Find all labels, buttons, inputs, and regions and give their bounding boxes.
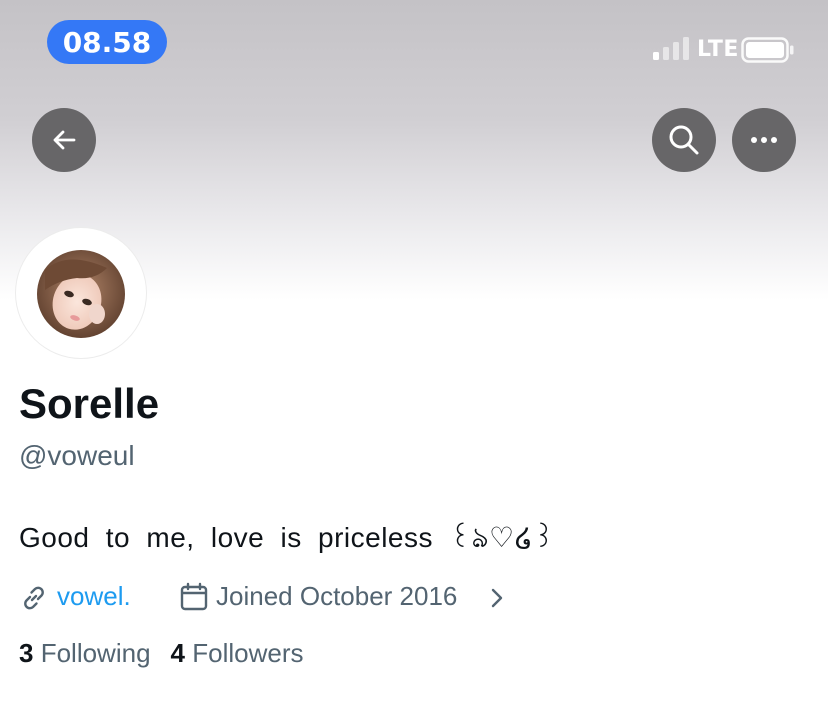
following-link[interactable]: 3 Following xyxy=(19,638,151,669)
profile-bio: Good to me, love is priceless ꒰ঌ♡໒꒱ xyxy=(19,522,556,553)
profile-joined-date: Joined October 2016 xyxy=(216,581,458,611)
avatar-photo xyxy=(37,250,125,338)
search-button[interactable] xyxy=(652,108,716,172)
back-arrow-icon xyxy=(53,130,76,150)
more-options-button[interactable] xyxy=(732,108,796,172)
profile-meta-row: vowel. Joined October 2016 xyxy=(19,578,809,614)
profile-website-link[interactable]: vowel. xyxy=(57,581,131,612)
link-icon xyxy=(24,586,44,610)
followers-label: Followers xyxy=(192,638,304,668)
profile-display-name: Sorelle xyxy=(19,380,160,427)
more-icon xyxy=(751,137,777,143)
followers-link[interactable]: 4 Followers xyxy=(171,638,304,669)
status-time: 08.58 xyxy=(47,20,167,64)
profile-handle: @voweul xyxy=(19,440,135,471)
avatar[interactable] xyxy=(37,250,125,338)
search-icon xyxy=(669,125,699,155)
follow-stats: 3 Following 4 Followers xyxy=(19,638,323,669)
back-button[interactable] xyxy=(32,108,96,172)
calendar-icon xyxy=(180,582,208,611)
following-count: 3 xyxy=(19,638,34,668)
network-type: LTE xyxy=(697,37,739,62)
followers-count: 4 xyxy=(170,638,185,668)
following-label: Following xyxy=(40,638,151,668)
signal-strength-icon xyxy=(653,37,689,60)
chevron-right-icon[interactable] xyxy=(489,586,505,610)
battery-icon xyxy=(741,37,794,63)
status-time-text: 08.58 xyxy=(62,25,152,59)
